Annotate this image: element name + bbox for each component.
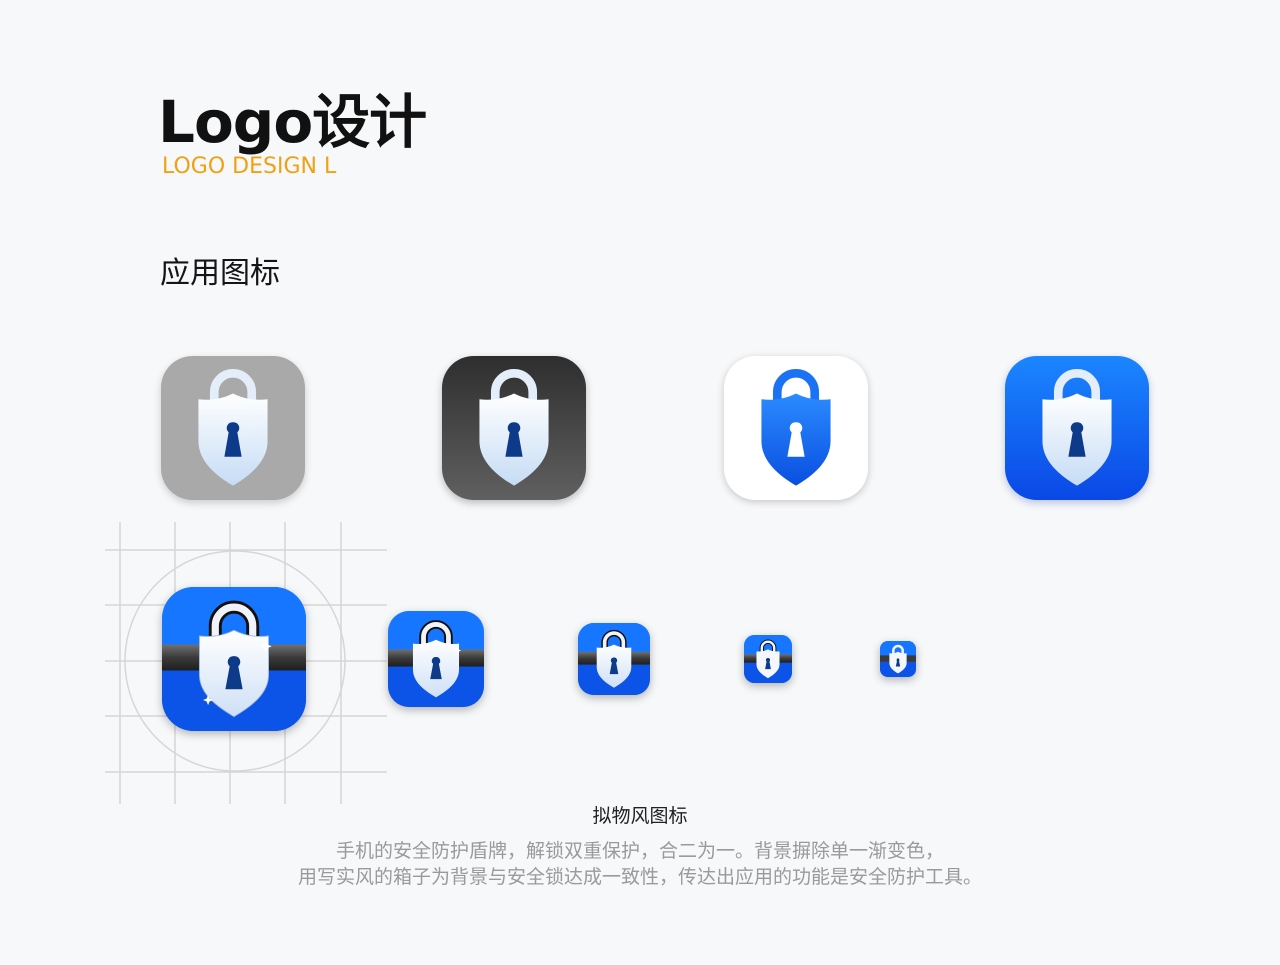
skeuomorphic-icon-medium: [388, 611, 484, 707]
app-icon-blue: [1005, 356, 1149, 500]
caption-title: 拟物风图标: [592, 805, 688, 827]
lock-shield-icon: [388, 611, 484, 707]
skeuomorphic-icon-small: [578, 623, 650, 695]
section-title: 应用图标: [160, 256, 280, 291]
lock-shield-icon: [162, 587, 306, 731]
skeuomorphic-icon-xsmall: [744, 635, 792, 683]
skeuomorphic-icon-large: [162, 587, 306, 731]
caption-line-2: 用写实风的箱子为背景与安全锁达成一致性，传达出应用的功能是安全防护工具。: [297, 866, 982, 888]
lock-shield-icon: [578, 623, 650, 695]
lock-shield-icon: [761, 369, 831, 486]
app-icon-dark: [442, 356, 586, 500]
app-icon-gray: [161, 356, 305, 500]
lock-shield-icon: [744, 635, 792, 683]
lock-shield-icon: [479, 369, 549, 486]
page-subtitle: LOGO DESIGN L: [162, 154, 337, 179]
caption-line-1: 手机的安全防护盾牌，解锁双重保护，合二为一。背景摒除单一渐变色，: [335, 840, 944, 862]
skeuomorphic-icon-tiny: [880, 641, 916, 677]
lock-shield-icon: [198, 369, 268, 486]
lock-shield-icon: [1042, 369, 1112, 486]
lock-shield-icon: [880, 641, 916, 677]
app-icon-white: [724, 356, 868, 500]
page-title: Logo设计: [158, 88, 427, 156]
caption-description: 手机的安全防护盾牌，解锁双重保护，合二为一。背景摒除单一渐变色， 用写实风的箱子…: [0, 838, 1280, 890]
